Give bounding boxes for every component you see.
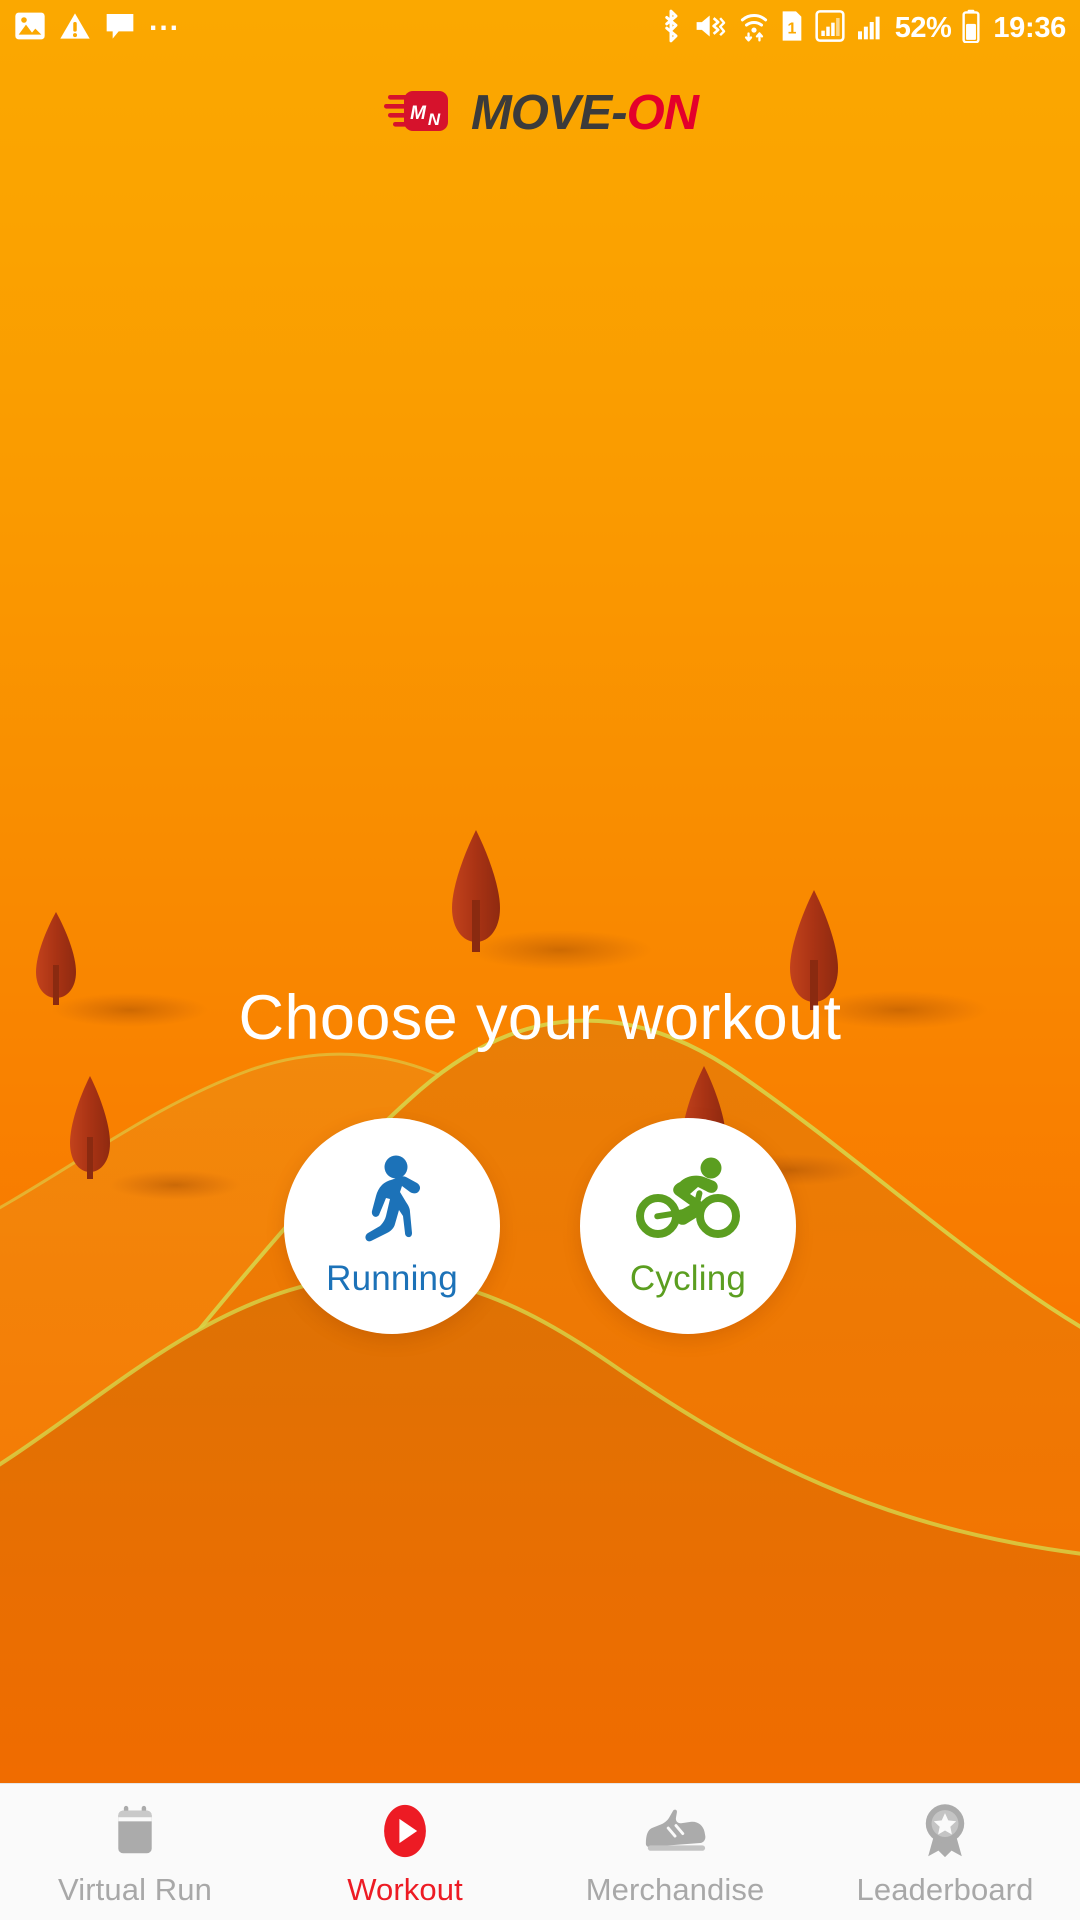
tab-merchandise[interactable]: Merchandise (540, 1784, 810, 1920)
medal-star-icon (920, 1802, 970, 1860)
svg-text:M: M (410, 103, 427, 124)
tab-virtual-run[interactable]: Virtual Run (0, 1784, 270, 1920)
tab-workout[interactable]: Workout (270, 1784, 540, 1920)
runner-icon (350, 1154, 434, 1246)
brand-move-text: MOVE (470, 86, 612, 140)
signal-boxed-icon (815, 9, 845, 47)
shoe-icon (642, 1802, 708, 1860)
signal-icon (856, 10, 884, 47)
workout-choice-running[interactable]: Running (284, 1118, 500, 1334)
workout-choice-cycling[interactable]: Cycling (580, 1118, 796, 1334)
wifi-data-icon (739, 9, 769, 48)
cyclist-icon (636, 1154, 740, 1246)
move-on-logo: M N MOVE-ON (382, 83, 699, 144)
status-bar: ... 1 52% 19:36 (0, 0, 1080, 56)
clock-label: 19:36 (993, 11, 1066, 44)
more-icon: ... (149, 4, 181, 37)
workout-choices: Running Cycling (0, 1118, 1080, 1334)
svg-text:1: 1 (787, 20, 796, 37)
calendar-icon (110, 1802, 160, 1860)
message-icon (104, 11, 136, 46)
page-title-text: Choose your workout (238, 983, 842, 1053)
workout-choice-cycling-label: Cycling (629, 1258, 747, 1298)
play-icon (380, 1802, 430, 1860)
image-icon (14, 11, 46, 46)
mute-vibrate-icon (694, 10, 728, 47)
tab-merchandise-label: Merchandise (585, 1872, 765, 1907)
app-header: M N MOVE-ON (0, 56, 1080, 170)
brand-wordmark: MOVE-ON (470, 85, 699, 141)
app-root: ... 1 52% 19:36 M N MOVE-ON Choose your … (0, 0, 1080, 1920)
bluetooth-icon (659, 9, 683, 48)
battery-icon (962, 9, 980, 48)
tab-leaderboard[interactable]: Leaderboard (810, 1784, 1080, 1920)
bottom-tab-bar: Virtual Run Workout Merchandise Leaderbo… (0, 1783, 1080, 1920)
battery-percent-label: 52% (894, 11, 952, 44)
svg-text:N: N (428, 110, 441, 129)
tab-virtual-run-label: Virtual Run (58, 1872, 212, 1907)
status-bar-left-icons: ... (14, 4, 181, 46)
status-bar-right-icons: 1 52% 19:36 (659, 9, 1066, 48)
logo-mark-icon: M N (382, 83, 454, 144)
brand-on-text: ON (626, 86, 699, 140)
tab-leaderboard-label: Leaderboard (856, 1872, 1034, 1907)
landscape-illustration (0, 830, 1080, 1783)
warning-icon (59, 11, 91, 46)
workout-choice-running-label: Running (326, 1258, 458, 1298)
page-title: Choose your workout (0, 983, 1080, 1053)
brand-dash-text: - (611, 86, 627, 140)
tab-workout-label: Workout (347, 1872, 463, 1907)
sim-1-icon: 1 (780, 10, 804, 47)
